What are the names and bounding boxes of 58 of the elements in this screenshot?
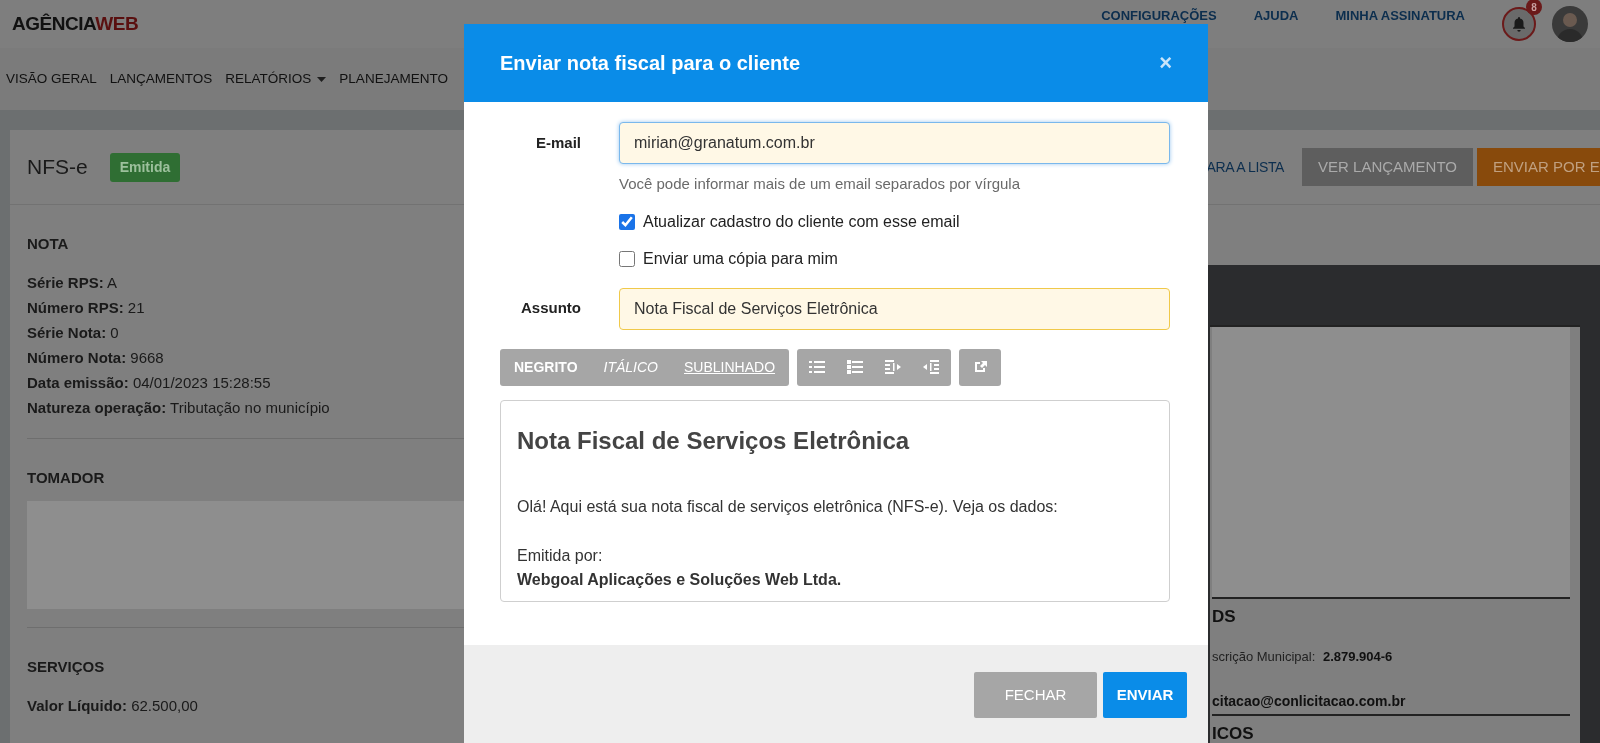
action-button[interactable]: VER LANÇAMENTO <box>1302 148 1473 186</box>
section-heading: NOTA <box>27 234 70 254</box>
document-field: scrição Municipal: 2.879.904-6 <box>1212 647 1580 667</box>
field-label: E-mail <box>535 132 581 153</box>
field-line: Série Nota: 0 <box>27 322 120 343</box>
field-line: Valor Líquido: 62.500,00 <box>27 695 199 716</box>
email-field[interactable]: mirian@granatum.com.br <box>619 122 1170 164</box>
header-link[interactable]: AJUDA <box>1253 6 1299 26</box>
checkbox-option[interactable]: Atualizar cadastro do cliente com esse email <box>619 209 1170 234</box>
close-dialog-button[interactable]: FECHAR <box>974 672 1097 718</box>
document-heading: DS <box>1212 606 1237 628</box>
send-button[interactable]: ENVIAR <box>1103 672 1187 718</box>
editor-text: Emitida por: <box>517 545 604 566</box>
bell-icon <box>1511 16 1527 32</box>
editor-heading: Nota Fiscal de Serviços Eletrônica <box>517 425 911 456</box>
indent-icon[interactable] <box>923 360 940 374</box>
nav-link[interactable]: LANÇAMENTOS <box>109 68 213 90</box>
page-title: NFS-e <box>27 154 88 181</box>
nav-link[interactable]: VISÃO GERAL <box>6 68 97 90</box>
field-line: Série RPS: A <box>27 272 119 293</box>
share-button[interactable] <box>959 348 1002 386</box>
section-heading: TOMADOR <box>27 467 106 488</box>
numbered-list-icon[interactable] <box>847 360 864 374</box>
document-heading: ICOS <box>1212 722 1255 743</box>
field-line: Número Nota: 9668 <box>27 347 165 368</box>
back-link[interactable]: ARA A LISTA <box>1206 156 1285 178</box>
header-link[interactable]: MINHA ASSINATURA <box>1335 6 1465 26</box>
dialog-title: Enviar nota fiscal para o cliente <box>500 51 802 76</box>
subject-field[interactable]: Nota Fiscal de Serviços Eletrônica <box>619 287 1170 330</box>
checkbox[interactable] <box>619 250 635 267</box>
format-button[interactable]: SUBLINHADO <box>684 356 776 378</box>
caret-icon <box>317 76 327 82</box>
action-button[interactable]: ENVIAR POR E <box>1477 148 1600 186</box>
notification-count: 8 <box>1526 0 1542 15</box>
field-label: Assunto <box>520 298 581 319</box>
nav-link[interactable]: RELATÓRIOS <box>225 68 327 90</box>
document-text: citacao@conlicitacao.com.br <box>1212 690 1570 716</box>
outdent-icon[interactable] <box>885 360 902 374</box>
editor-text: Webgoal Aplicações e Soluções Web Ltda. <box>517 569 843 590</box>
status-badge: Emitida <box>109 152 181 182</box>
field-line: Número RPS: 21 <box>27 297 146 318</box>
field-line: Natureza operação: Tributação no município <box>27 397 331 418</box>
section-heading: SERVIÇOS <box>27 657 106 677</box>
message-editor[interactable]: Nota Fiscal de Serviços Eletrônica Olá! Aqui está sua nota fiscal de serviços eletrônica (NFS-e). Veja os dados: Emitida por: Webgoal Aplicações e Soluções Web Ltda. <box>500 399 1170 602</box>
close-button[interactable]: × <box>1159 52 1172 74</box>
editor-text: Olá! Aqui está sua nota fiscal de serviços eletrônica (NFS-e). Veja os dados: <box>517 496 1059 517</box>
avatar[interactable] <box>1552 6 1588 42</box>
share-icon <box>972 360 988 374</box>
nav-link[interactable]: PLANEJAMENTO <box>339 68 448 90</box>
field-hint: Você pode informar mais de um email separados por vírgula <box>619 174 1022 194</box>
format-button[interactable]: ITÁLICO <box>603 356 658 378</box>
format-button[interactable]: NEGRITO <box>514 356 578 378</box>
field-line: Data emissão: 04/01/2023 15:28:55 <box>27 372 272 393</box>
header-link[interactable]: CONFIGURAÇÕES <box>1101 6 1217 26</box>
checkbox-option[interactable]: Enviar uma cópia para mim <box>619 246 1170 271</box>
logo[interactable]: AGÊNCIAWEB <box>12 9 139 39</box>
bulleted-list-icon[interactable] <box>809 360 826 374</box>
checkbox[interactable] <box>619 213 635 230</box>
